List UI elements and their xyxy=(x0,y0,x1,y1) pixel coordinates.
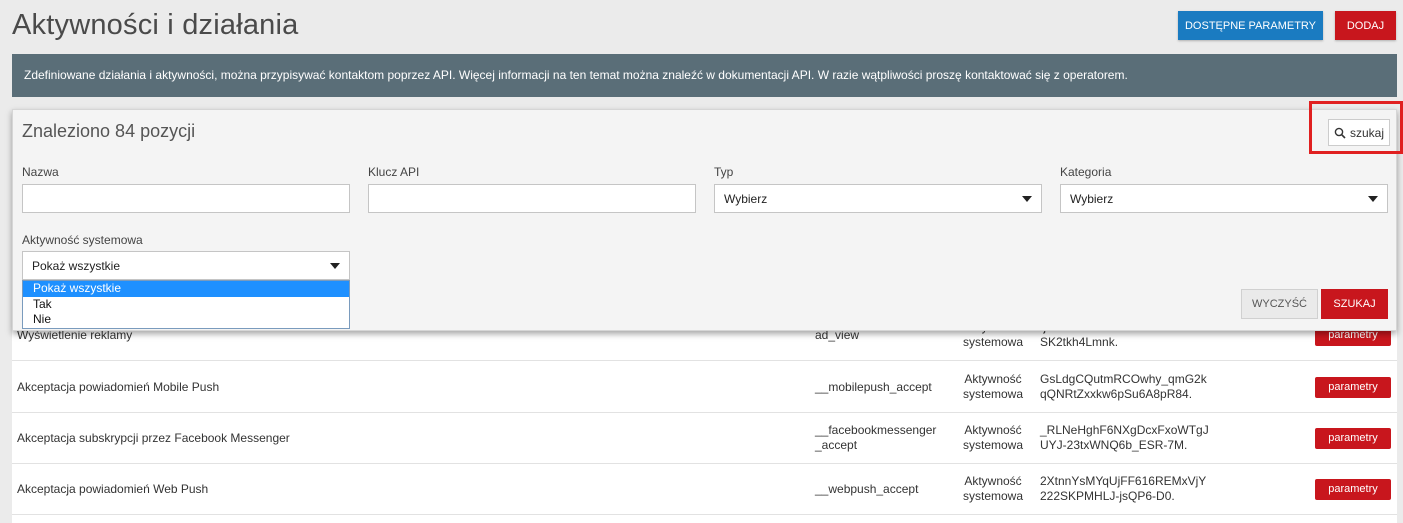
api-key-label: Klucz API xyxy=(368,165,420,179)
type-label: Typ xyxy=(714,165,734,179)
row-name: Akceptacja powiadomień Mobile Push xyxy=(17,379,220,394)
activities-table: Wyświetlenie reklamy ad_view Aktywność s… xyxy=(12,310,1397,523)
filter-panel: Znaleziono 84 pozycji szukaj Nazwa Klucz… xyxy=(12,109,1397,331)
system-activity-label: Aktywność systemowa xyxy=(22,233,143,247)
name-label: Nazwa xyxy=(22,165,59,179)
api-key-input[interactable] xyxy=(368,184,696,213)
caret-down-icon xyxy=(1022,196,1032,202)
search-toggle-button[interactable]: szukaj xyxy=(1328,119,1390,146)
row-key: __facebookmessenger _accept xyxy=(815,423,937,452)
row-key: __webpush_accept xyxy=(815,481,919,496)
add-button[interactable]: DODAJ xyxy=(1335,11,1396,40)
table-row: Akceptacja subskrypcji przez Facebook Me… xyxy=(12,413,1397,464)
row-name: Akceptacja powiadomień Web Push xyxy=(17,481,209,496)
row-key: __mobilepush_accept xyxy=(815,379,932,394)
search-icon xyxy=(1334,127,1346,139)
results-count: Znaleziono 84 pozycji xyxy=(22,121,196,141)
row-secret: 2XtnnYsMYqUjFF616REMxVjY 222SKPMHLJ-jsQP… xyxy=(1040,474,1207,503)
row-secret: GsLdgCQutmRCOwhy_qmG2k qQNRtZxxkw6pSu6A8… xyxy=(1040,372,1207,401)
row-type: Aktywność systemowa xyxy=(962,423,1024,452)
category-select[interactable]: Wybierz xyxy=(1060,184,1388,213)
category-label: Kategoria xyxy=(1060,165,1112,179)
option-yes[interactable]: Tak xyxy=(23,297,349,313)
parameters-button[interactable]: parametry xyxy=(1315,427,1391,449)
page-title: Aktywności i działania xyxy=(12,9,299,41)
table-row: Akceptacja powiadomień Web Push __webpus… xyxy=(12,464,1397,515)
table-row: Akceptacja powiadomień Mobile Push __mob… xyxy=(12,362,1397,413)
system-activity-select-value: Pokaż wszystkie xyxy=(32,258,121,273)
row-type: Aktywność systemowa xyxy=(962,372,1024,401)
parameters-button[interactable]: parametry xyxy=(1315,478,1391,500)
row-name: Akceptacja subskrypcji przez Facebook Me… xyxy=(17,430,290,445)
row-type: Aktywność systemowa xyxy=(962,474,1024,503)
parameters-button[interactable]: parametry xyxy=(1315,376,1391,398)
caret-down-icon xyxy=(1368,196,1378,202)
available-params-button[interactable]: DOSTĘPNE PARAMETRY xyxy=(1178,11,1323,40)
system-activity-select[interactable]: Pokaż wszystkie xyxy=(22,251,350,280)
type-select[interactable]: Wybierz xyxy=(714,184,1042,213)
name-input[interactable] xyxy=(22,184,350,213)
option-show-all[interactable]: Pokaż wszystkie xyxy=(23,281,349,297)
category-select-value: Wybierz xyxy=(1070,191,1114,206)
search-toggle-label: szukaj xyxy=(1349,125,1384,140)
type-select-value: Wybierz xyxy=(724,191,768,206)
info-banner: Zdefiniowane działania i aktywności, moż… xyxy=(12,54,1397,97)
option-no[interactable]: Nie xyxy=(23,312,349,328)
clear-button[interactable]: WYCZYŚĆ xyxy=(1241,289,1318,319)
row-secret: _RLNeHghF6NXgDcxFxoWTgJ UYJ-23txWNQ6b_ES… xyxy=(1040,423,1209,452)
system-activity-dropdown: Pokaż wszystkie Tak Nie xyxy=(22,280,350,329)
search-button[interactable]: SZUKAJ xyxy=(1321,289,1388,319)
caret-down-icon xyxy=(330,263,340,269)
